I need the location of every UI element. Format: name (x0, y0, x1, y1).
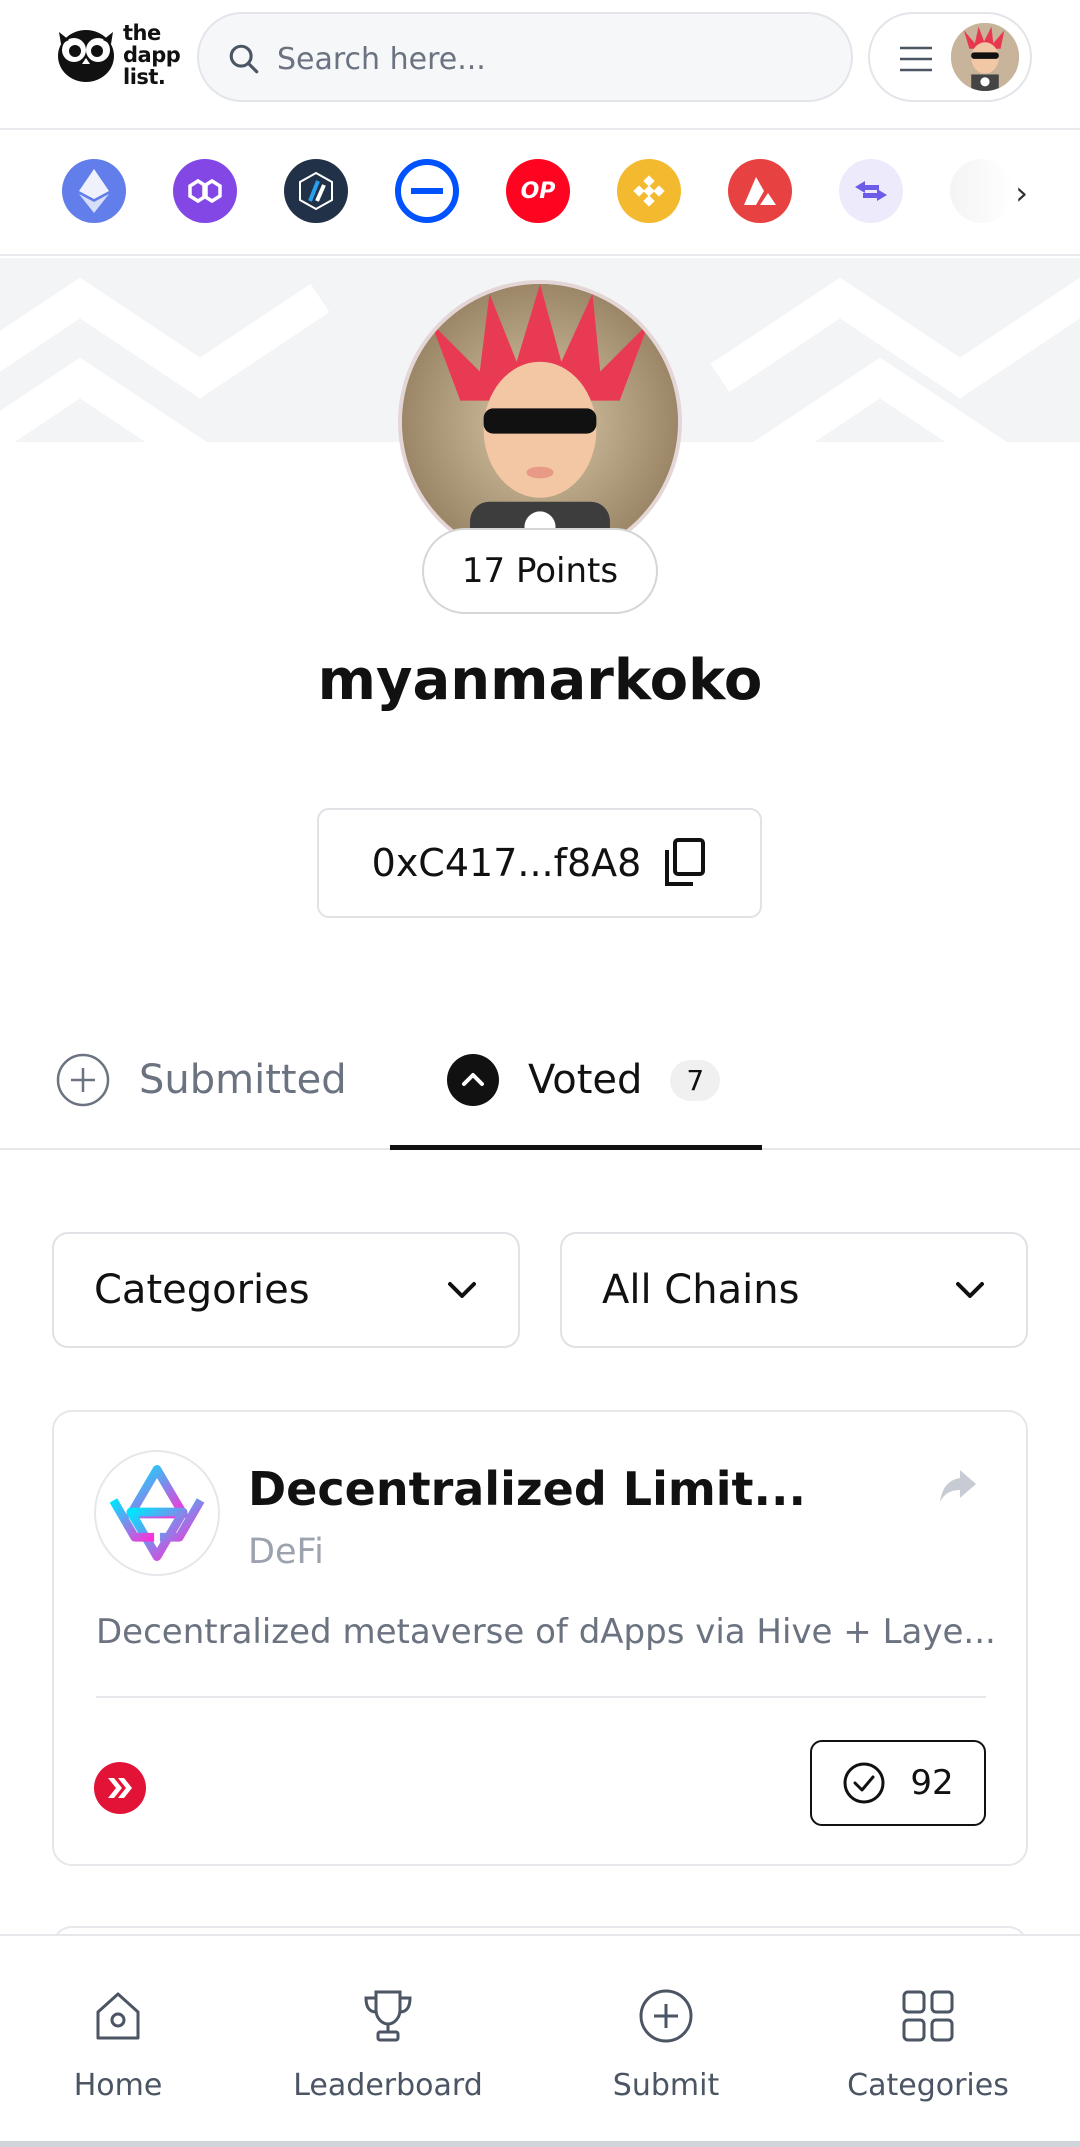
card-divider (96, 1696, 986, 1698)
categories-dropdown-label: Categories (94, 1267, 310, 1313)
home-icon (96, 1992, 140, 2040)
nav-home-label: Home (73, 2068, 163, 2103)
search-input[interactable] (277, 34, 817, 84)
copy-icon[interactable] (663, 838, 707, 888)
trophy-icon (364, 1990, 412, 2042)
arbitrum-chain-icon[interactable] (284, 159, 348, 223)
polygon-chain-icon[interactable] (173, 159, 237, 223)
more-chain-icon (950, 159, 1014, 223)
plus-circle-icon (639, 1989, 693, 2043)
categories-dropdown[interactable]: Categories (52, 1232, 520, 1348)
chevron-down-icon (448, 1282, 476, 1298)
wallet-address: 0xC417...f8A8 (371, 841, 642, 885)
logo-text: the dapp list. (123, 21, 181, 89)
wallet-address-box[interactable]: 0xC417...f8A8 (317, 808, 762, 918)
dapp-title[interactable]: Decentralized Limit... (248, 1462, 806, 1516)
chains-dropdown-label: All Chains (602, 1267, 800, 1313)
dapp-category: DeFi (248, 1532, 324, 1572)
chevron-right-icon[interactable]: › (1015, 174, 1028, 212)
optimism-chain-icon[interactable]: OP (506, 159, 570, 223)
upvote-circle-icon (447, 1054, 499, 1106)
nav-categories-label: Categories (847, 2068, 1009, 2103)
top-header: the dapp list. (0, 0, 1080, 130)
tab-voted[interactable]: Voted 7 (446, 1030, 721, 1130)
profile-page: the dapp list. Search here... OP › 17 Po… (0, 0, 1080, 2147)
chevron-down-icon (956, 1282, 984, 1298)
tab-submitted-label: Submitted (139, 1057, 347, 1103)
base-chain-icon[interactable] (395, 159, 459, 223)
profile-tabs: Submitted Voted 7 (0, 1010, 1080, 1150)
bottom-edge-bar (0, 2141, 1080, 2147)
dapp-logo (94, 1450, 220, 1576)
search-bar[interactable] (197, 12, 853, 102)
dapp-card[interactable]: Decentralized Limit... DeFi Decentralize… (52, 1410, 1028, 1866)
points-badge: 17 Points (422, 528, 658, 614)
active-tab-indicator (390, 1145, 762, 1150)
nav-submit[interactable]: Submit (556, 1986, 776, 2103)
avalanche-chain-icon[interactable] (728, 159, 792, 223)
tab-submitted[interactable]: Submitted (55, 1030, 347, 1130)
hive-chain-icon (94, 1762, 146, 1814)
nav-categories[interactable]: Categories (818, 1986, 1038, 2103)
dapp-list-logo[interactable]: the dapp list. (55, 22, 185, 94)
check-circle-icon (843, 1762, 885, 1804)
optimism-label: OP (520, 178, 556, 204)
nav-submit-label: Submit (612, 2068, 720, 2103)
vote-count: 92 (910, 1763, 954, 1803)
chain-filter-row: OP › (0, 132, 1080, 256)
nav-leaderboard[interactable]: Leaderboard (278, 1986, 498, 2103)
tab-voted-label: Voted (528, 1057, 643, 1103)
owl-logo-icon (58, 30, 114, 82)
grid-icon (902, 1990, 954, 2042)
bottom-navigation: Home Leaderboard Submit Categories (0, 1934, 1080, 2147)
account-menu-button[interactable] (868, 12, 1032, 102)
bridge-chain-icon[interactable] (839, 159, 903, 223)
nav-leaderboard-label: Leaderboard (293, 2068, 483, 2103)
username: myanmarkoko (317, 648, 763, 713)
hamburger-menu-icon (900, 46, 932, 72)
nav-home[interactable]: Home (8, 1986, 228, 2103)
bnb-chain-icon[interactable] (617, 159, 681, 223)
search-icon (229, 44, 259, 74)
plus-circle-icon (56, 1053, 110, 1107)
chains-dropdown[interactable]: All Chains (560, 1232, 1028, 1348)
vote-button[interactable]: 92 (810, 1740, 986, 1826)
dapp-description: Decentralized metaverse of dApps via Hiv… (96, 1612, 996, 1652)
ethereum-chain-icon[interactable] (62, 159, 126, 223)
user-avatar-small (948, 20, 1022, 94)
voted-count-badge: 7 (670, 1059, 721, 1101)
profile-avatar (398, 280, 682, 564)
share-icon[interactable] (938, 1468, 978, 1504)
